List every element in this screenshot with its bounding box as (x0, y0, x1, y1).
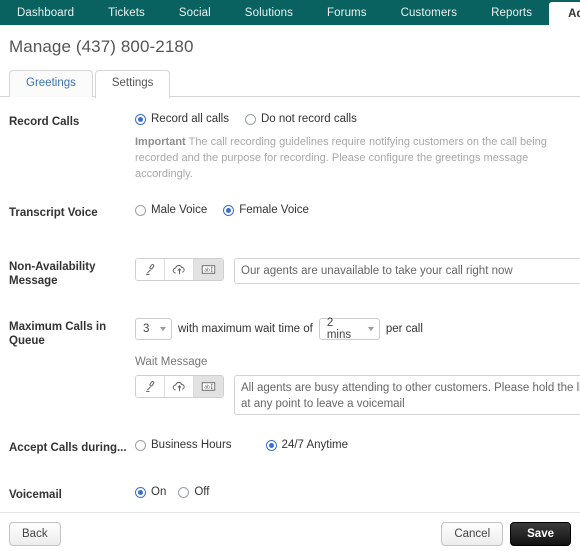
radio-indicator-off (135, 439, 146, 451)
radio-group-transcript-voice: Male Voice Female Voice (135, 204, 580, 216)
radio-label: Business Hours (151, 439, 232, 451)
radio-indicator-off (244, 113, 256, 125)
radio-indicator-off (135, 204, 146, 216)
svg-text:ab: ab (204, 268, 210, 274)
field-row-transcript-voice: Transcript Voice Male Voice Female Voice (0, 204, 580, 220)
radio-indicator-on (135, 486, 146, 498)
nav-item-dashboard[interactable]: Dashboard (0, 0, 91, 25)
note-strong: Important (135, 136, 186, 148)
wait-message-input[interactable]: All agents are busy attending to other c… (234, 375, 580, 415)
chevron-down-icon (367, 327, 374, 331)
radio-label: Do not record calls (260, 113, 357, 125)
field-row-record-calls: Record Calls Record all calls Do not rec… (0, 113, 580, 182)
radio-do-not-record-calls[interactable]: Do not record calls (244, 113, 357, 125)
label-non-availability-message: Non-Availability Message (9, 261, 96, 287)
radio-label: Male Voice (151, 204, 208, 216)
max-wait-time-value: 2 mins (326, 317, 352, 341)
radio-group-voicemail: On Off (135, 486, 580, 498)
max-wait-time-select[interactable]: 2 mins (318, 317, 380, 341)
label-wait-message: Wait Message (135, 356, 208, 368)
tab-greetings[interactable]: Greetings (9, 70, 93, 97)
page-title: Manage (437) 800-2180 (9, 37, 194, 56)
queue-suffix-text: per call (385, 323, 423, 335)
radio-label: On (151, 486, 167, 498)
text-input-icon: ab (201, 264, 216, 275)
nav-item-reports[interactable]: Reports (474, 0, 549, 25)
main-navigation: Dashboard Tickets Social Solutions Forum… (0, 0, 580, 25)
nav-item-forums[interactable]: Forums (310, 0, 384, 25)
nav-item-solutions[interactable]: Solutions (228, 0, 310, 25)
tab-strip: Greetings Settings (0, 70, 580, 98)
recording-note: Important The call recording guidelines … (135, 134, 575, 182)
label-maximum-calls-in-queue: Maximum Calls in Queue (9, 321, 107, 347)
radio-label: Off (194, 486, 210, 498)
wait-message-media-row: ab All agents are busy attending to othe… (135, 375, 580, 415)
save-button[interactable]: Save (510, 521, 571, 546)
radio-24-7-anytime[interactable]: 24/7 Anytime (265, 439, 349, 451)
radio-indicator-off (178, 486, 190, 498)
chevron-down-icon (160, 327, 166, 331)
label-transcript-voice: Transcript Voice (9, 207, 98, 219)
max-calls-select[interactable]: 3 (135, 318, 172, 340)
queue-controls: 3 with maximum wait time of 2 mins per c… (135, 317, 580, 341)
field-row-non-availability-message: Non-Availability Message ab Our agents a… (0, 258, 580, 288)
note-text: The call recording guidelines require no… (135, 136, 547, 180)
tab-settings[interactable]: Settings (94, 70, 171, 98)
field-row-accept-calls: Accept Calls during... Business Hours 24… (0, 439, 580, 455)
label-accept-calls: Accept Calls during... (9, 442, 127, 454)
radio-label: 24/7 Anytime (281, 439, 349, 451)
microphone-icon-button[interactable] (136, 376, 165, 397)
cancel-button[interactable]: Cancel (441, 521, 504, 546)
cloud-upload-icon (172, 263, 187, 276)
radio-business-hours[interactable]: Business Hours (135, 439, 232, 451)
media-button-group: ab (135, 258, 224, 281)
cloud-upload-icon (172, 380, 187, 393)
non-availability-message-input[interactable]: Our agents are unavailable to take your … (234, 258, 580, 284)
field-row-maximum-calls-in-queue: Maximum Calls in Queue 3 with maximum wa… (0, 317, 580, 415)
non-availability-media-row: ab Our agents are unavailable to take yo… (135, 258, 580, 284)
nav-item-admin[interactable]: Admin (549, 2, 580, 25)
text-input-icon-button[interactable]: ab (194, 259, 223, 280)
microphone-icon-button[interactable] (136, 259, 165, 280)
radio-label: Female Voice (239, 204, 309, 216)
back-button[interactable]: Back (9, 521, 61, 546)
microphone-icon (144, 380, 157, 393)
cloud-upload-icon-button[interactable] (165, 259, 194, 280)
label-record-calls: Record Calls (9, 116, 80, 128)
radio-group-record-calls: Record all calls Do not record calls (135, 113, 580, 125)
settings-form: Record Calls Record all calls Do not rec… (0, 113, 580, 554)
max-calls-value: 3 (143, 323, 150, 335)
radio-indicator-on (265, 439, 277, 451)
nav-item-tickets[interactable]: Tickets (91, 0, 162, 25)
radio-voicemail-on[interactable]: On (135, 486, 166, 498)
nav-item-social[interactable]: Social (162, 0, 228, 25)
radio-voicemail-off[interactable]: Off (178, 486, 209, 498)
queue-middle-text: with maximum wait time of (178, 323, 313, 335)
radio-female-voice[interactable]: Female Voice (223, 204, 309, 216)
media-button-group: ab (135, 375, 224, 398)
radio-label: Record all calls (151, 113, 229, 125)
svg-text:ab: ab (204, 385, 210, 391)
footer-actions: Cancel Save (441, 521, 571, 546)
radio-indicator-on (223, 204, 235, 216)
label-voicemail: Voicemail (9, 489, 62, 501)
nav-item-customers[interactable]: Customers (384, 0, 475, 25)
text-input-icon: ab (201, 381, 216, 392)
cloud-upload-icon-button[interactable] (165, 376, 194, 397)
text-input-icon-button[interactable]: ab (194, 376, 223, 397)
form-footer: Back Cancel Save (0, 512, 580, 554)
microphone-icon (144, 263, 157, 276)
radio-group-accept-calls: Business Hours 24/7 Anytime (135, 439, 580, 451)
radio-indicator-on (135, 113, 146, 125)
radio-record-all-calls[interactable]: Record all calls (135, 113, 229, 125)
radio-male-voice[interactable]: Male Voice (135, 204, 207, 216)
